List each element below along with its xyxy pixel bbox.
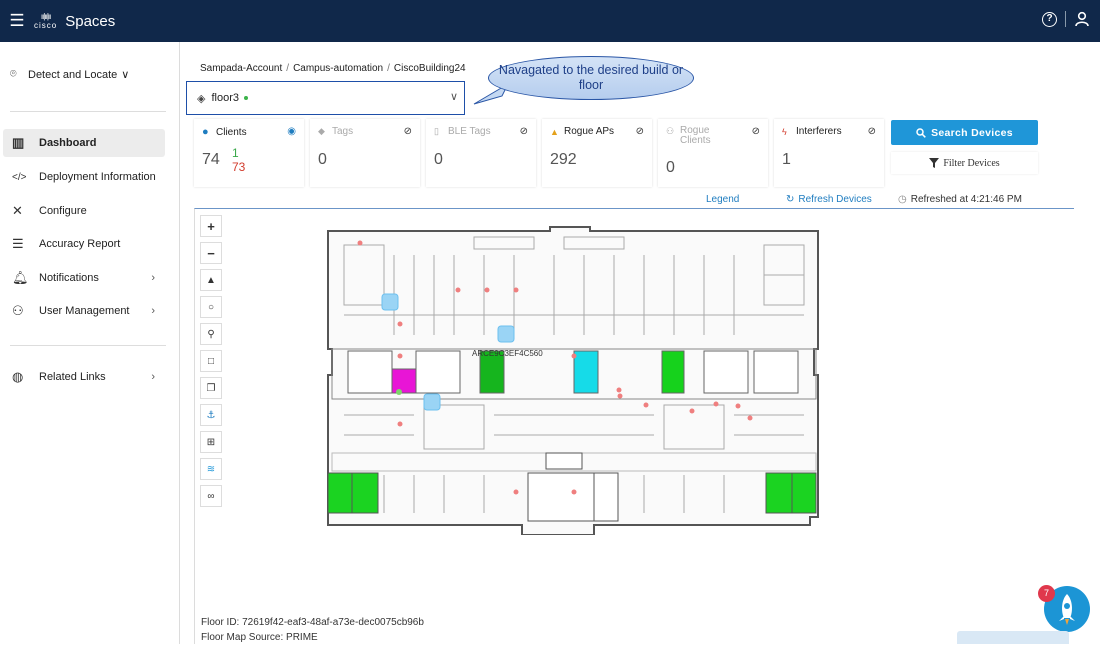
search-icon bbox=[916, 127, 926, 138]
layers-icon: ◈ bbox=[197, 92, 206, 105]
link-icon[interactable]: ∞ bbox=[200, 485, 222, 507]
grid-tool-icon[interactable]: ⊞ bbox=[200, 431, 222, 453]
filter-icon bbox=[929, 158, 940, 168]
help-icon[interactable]: ? bbox=[1042, 11, 1057, 27]
client-dot-icon: ● bbox=[202, 126, 209, 138]
eye-slash-icon[interactable]: ⊘ bbox=[404, 126, 412, 137]
user-profile-icon[interactable] bbox=[1074, 11, 1090, 27]
clock-icon: ◷ bbox=[898, 194, 907, 205]
floor-plan[interactable]: ARCE9C3EF4C560 bbox=[324, 225, 824, 535]
clients-associated: 1 bbox=[232, 146, 239, 160]
top-bar: ☰ ıı|ıı|ıı cisco Spaces ? bbox=[0, 0, 1100, 42]
wifi-icon[interactable]: ≋ bbox=[200, 458, 222, 480]
divider bbox=[10, 111, 166, 112]
pin-tool-icon[interactable]: ⚲ bbox=[200, 323, 222, 345]
rogue-aps-count: 292 bbox=[550, 151, 577, 168]
copy-tool-icon[interactable]: ❐ bbox=[200, 377, 222, 399]
report-icon: ☰ bbox=[12, 236, 24, 251]
location-icon: ⌾ bbox=[10, 68, 17, 80]
ble-tags-count: 0 bbox=[434, 151, 443, 168]
eye-slash-icon[interactable]: ⊘ bbox=[636, 126, 644, 137]
floor-map-source: Floor Map Source: PRIME bbox=[201, 632, 318, 643]
anchor-icon[interactable]: ⚓︎ bbox=[200, 404, 222, 426]
breadcrumb-building[interactable]: CiscoBuilding24 bbox=[394, 63, 466, 74]
stat-card-clients[interactable]: ● Clients ◉ 74 1 73 bbox=[194, 119, 304, 187]
interferers-count: 1 bbox=[782, 151, 791, 168]
stat-card-interferers[interactable]: ϟ Interferers ⊘ 1 bbox=[774, 119, 884, 187]
stat-card-rogue-clients[interactable]: ⚇ Rogue Clients ⊘ 0 bbox=[658, 119, 768, 187]
lightning-icon: ϟ bbox=[782, 126, 787, 137]
sidebar-item-configure[interactable]: ✕ Configure bbox=[3, 197, 165, 225]
cisco-logo: ıı|ıı|ıı cisco bbox=[34, 11, 58, 30]
stat-card-rogue-aps[interactable]: ▲ Rogue APs ⊘ 292 bbox=[542, 119, 652, 187]
chevron-right-icon: › bbox=[151, 305, 155, 317]
rogue-client-icon: ⚇ bbox=[666, 126, 675, 136]
circle-tool-icon[interactable]: ○ bbox=[200, 296, 222, 318]
zoom-in-button[interactable]: + bbox=[200, 215, 222, 237]
code-icon: </> bbox=[12, 171, 27, 183]
filter-devices-button[interactable]: Filter Devices bbox=[891, 152, 1038, 174]
sidebar-item-dashboard[interactable]: ▥ Dashboard bbox=[3, 129, 165, 157]
clients-breakdown: 1 73 bbox=[232, 146, 245, 174]
eye-icon[interactable]: ◉ bbox=[287, 126, 296, 137]
search-devices-button[interactable]: Search Devices bbox=[891, 120, 1038, 145]
eye-slash-icon[interactable]: ⊘ bbox=[752, 126, 760, 137]
sidebar-item-notifications[interactable]: 🔔︎ Notifications › bbox=[3, 264, 165, 292]
breadcrumb-account[interactable]: Sampada-Account bbox=[200, 63, 282, 74]
refreshed-timestamp: ◷ Refreshed at 4:21:46 PM bbox=[898, 194, 1022, 205]
tag-icon: ◆ bbox=[318, 126, 325, 136]
user-icon: ⚇ bbox=[12, 303, 24, 318]
chevron-right-icon: › bbox=[151, 371, 155, 383]
globe-icon: ◍ bbox=[12, 369, 24, 384]
annotation-callout: Navagated to the desired build or floor bbox=[488, 56, 694, 100]
breadcrumb: Sampada-Account / Campus-automation / CiscoB… bbox=[200, 63, 466, 74]
status-dot bbox=[244, 96, 248, 100]
bell-icon: 🔔︎ bbox=[12, 270, 29, 285]
sidebar-item-accuracy-report[interactable]: ☰ Accuracy Report bbox=[3, 230, 165, 258]
dashboard-icon: ▥ bbox=[12, 135, 25, 150]
rogue-ap-icon: ▲ bbox=[550, 126, 559, 137]
zoom-out-button[interactable]: − bbox=[200, 242, 222, 264]
clients-probing: 73 bbox=[232, 160, 246, 174]
eye-slash-icon[interactable]: ⊘ bbox=[520, 126, 528, 137]
chevron-right-icon: › bbox=[151, 272, 155, 284]
sidebar-item-related-links[interactable]: ◍ Related Links › bbox=[3, 363, 165, 391]
ap-label: ARCE9C3EF4C560 bbox=[472, 349, 543, 358]
legend-link[interactable]: Legend bbox=[706, 194, 739, 205]
floor-id: Floor ID: 72619f42-eaf3-48af-a73e-dec007… bbox=[201, 617, 424, 628]
sidebar-item-deployment-information[interactable]: </> Deployment Information bbox=[3, 163, 165, 191]
chevron-down-icon: ∨ bbox=[449, 91, 458, 103]
eye-slash-icon[interactable]: ⊘ bbox=[868, 126, 876, 137]
stat-card-ble-tags[interactable]: ▯ BLE Tags ⊘ 0 bbox=[426, 119, 536, 187]
sidebar: ⌾ Detect and Locate ∨ ▥ Dashboard </> De… bbox=[0, 42, 180, 644]
sidebar-header-detect-and-locate[interactable]: ⌾ Detect and Locate ∨ bbox=[10, 68, 129, 81]
divider bbox=[10, 345, 166, 346]
floor-select-value: floor3 bbox=[211, 92, 239, 104]
refresh-devices-link[interactable]: ↻ Refresh Devices bbox=[786, 194, 872, 205]
chevron-down-icon: ∨ bbox=[121, 69, 130, 81]
compass-icon[interactable]: ▲ bbox=[200, 269, 222, 291]
app-title: Spaces bbox=[65, 12, 116, 30]
sidebar-item-user-management[interactable]: ⚇ User Management › bbox=[3, 297, 165, 325]
floor-info: Floor ID: 72619f42-eaf3-48af-a73e-dec007… bbox=[201, 615, 424, 645]
ble-tag-icon: ▯ bbox=[434, 126, 439, 136]
tools-icon: ✕ bbox=[12, 203, 23, 218]
refresh-icon: ↻ bbox=[786, 194, 795, 205]
breadcrumb-campus[interactable]: Campus-automation bbox=[293, 63, 383, 74]
map-toolbar: + − ▲ ○ ⚲ □ ❐ ⚓︎ ⊞ ≋ ∞ bbox=[200, 215, 222, 512]
tags-count: 0 bbox=[318, 151, 327, 168]
clients-count: 74 bbox=[202, 151, 220, 168]
rogue-clients-count: 0 bbox=[666, 159, 675, 176]
bottom-panel-tab[interactable] bbox=[957, 631, 1069, 644]
menu-icon[interactable]: ☰ bbox=[0, 11, 34, 31]
square-tool-icon[interactable]: □ bbox=[200, 350, 222, 372]
divider bbox=[1065, 11, 1066, 27]
notification-badge: 7 bbox=[1038, 585, 1055, 602]
floor-select[interactable]: ◈ floor3 ∨ bbox=[186, 81, 465, 115]
stat-card-tags[interactable]: ◆ Tags ⊘ 0 bbox=[310, 119, 420, 187]
